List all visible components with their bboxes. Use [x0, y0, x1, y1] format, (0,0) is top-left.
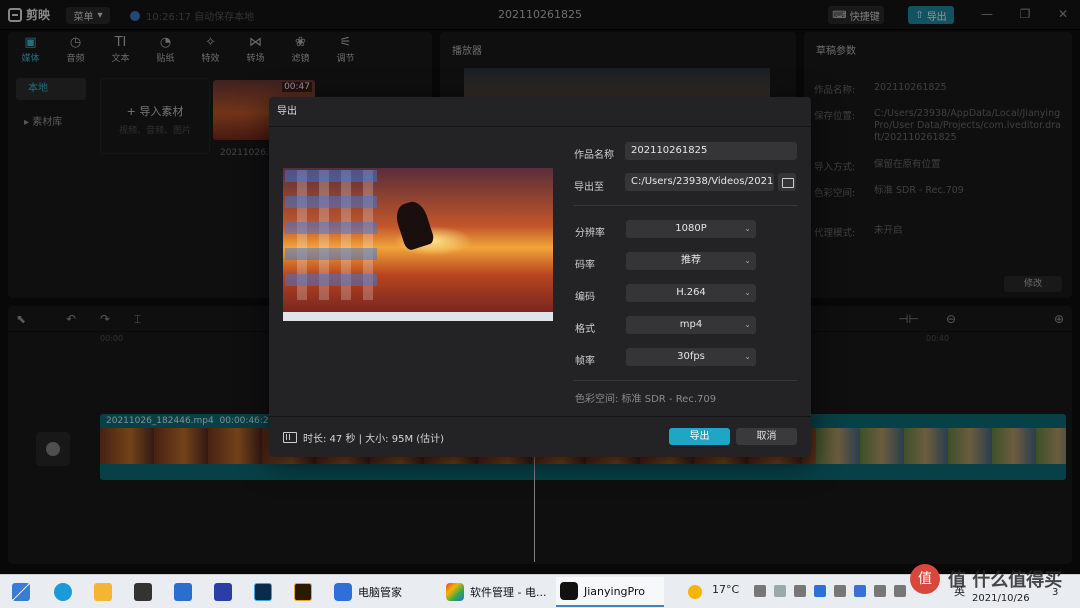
desktop-icons [285, 170, 377, 300]
network-icon[interactable] [874, 585, 886, 597]
taskbar-app-pcmanager[interactable]: 电脑管家 [330, 577, 434, 607]
file-explorer-icon[interactable] [94, 583, 112, 601]
chevron-down-icon: ⌄ [744, 288, 751, 297]
taskbar-app-jianying[interactable]: JianyingPro [556, 577, 664, 607]
taskbar-app-label: 电脑管家 [358, 586, 402, 599]
bitrate-value: 推荐 [681, 255, 701, 266]
export-dialog: 导出 作品名称 202110261825 导出至 C:/Users/23938/… [269, 97, 811, 457]
cloud-icon[interactable] [774, 585, 786, 597]
tray-app-icon[interactable] [794, 585, 806, 597]
bitrate-label: 码率 [575, 260, 595, 271]
path-input[interactable]: C:/Users/23938/Videos/2021... [625, 173, 774, 191]
volume-icon[interactable] [894, 585, 906, 597]
divider [573, 380, 797, 381]
duration-size-text: 时长: 47 秒 | 大小: 95M (估计) [303, 434, 445, 445]
name-label: 作品名称 [574, 150, 614, 161]
chevron-down-icon: ⌄ [744, 256, 751, 265]
shield-icon[interactable] [814, 585, 826, 597]
color-space-info: 色彩空间: 标准 SDR - Rec.709 [575, 394, 717, 405]
resolution-value: 1080P [675, 223, 707, 234]
format-value: mp4 [679, 319, 703, 330]
taskbar-app-label: JianyingPro [584, 584, 645, 598]
cancel-button[interactable]: 取消 [736, 428, 797, 445]
export-estimate: 时长: 47 秒 | 大小: 95M (估计) [283, 430, 444, 445]
temperature: 17°C [712, 583, 740, 596]
store-icon[interactable] [134, 583, 152, 601]
framerate-label: 帧率 [575, 356, 595, 367]
codec-select[interactable]: H.264 ⌄ [626, 284, 756, 302]
app-icon[interactable] [214, 583, 232, 601]
export-preview [283, 168, 553, 321]
preview-taskbar [283, 312, 553, 321]
tray-app-icon[interactable] [754, 585, 766, 597]
pc-manager-icon [334, 583, 352, 601]
bitrate-select[interactable]: 推荐 ⌄ [626, 252, 756, 270]
framerate-select[interactable]: 30fps ⌄ [626, 348, 756, 366]
resolution-select[interactable]: 1080P ⌄ [626, 220, 756, 238]
mail-icon[interactable] [174, 583, 192, 601]
usb-icon[interactable] [834, 585, 846, 597]
weather-sun-icon[interactable] [688, 585, 702, 599]
codec-label: 编码 [575, 292, 595, 303]
chevron-down-icon: ⌄ [744, 352, 751, 361]
watermark-logo: 值 [910, 564, 940, 594]
bridge-icon[interactable] [294, 583, 312, 601]
export-dialog-title: 导出 [269, 97, 811, 127]
format-select[interactable]: mp4 ⌄ [626, 316, 756, 334]
bluetooth-icon[interactable] [854, 585, 866, 597]
edge-browser-icon[interactable] [54, 583, 72, 601]
name-input[interactable]: 202110261825 [625, 142, 797, 160]
windows-start-icon[interactable] [12, 583, 30, 601]
photoshop-icon[interactable] [254, 583, 272, 601]
framerate-value: 30fps [677, 351, 705, 362]
taskbar-date: 2021/10/26 [972, 593, 1030, 604]
watermark: 值 什么值得买 [948, 570, 1063, 591]
divider [573, 205, 797, 206]
folder-icon[interactable] [778, 173, 796, 191]
path-label: 导出至 [574, 182, 604, 193]
chevron-down-icon: ⌄ [744, 320, 751, 329]
software-manager-icon [446, 583, 464, 601]
taskbar-app-label: 软件管理 - 电... [470, 586, 547, 599]
export-dialog-footer: 时长: 47 秒 | 大小: 95M (估计) 导出 取消 [269, 416, 811, 457]
format-label: 格式 [575, 324, 595, 335]
resolution-label: 分辨率 [575, 228, 605, 239]
export-button[interactable]: 导出 [669, 428, 730, 445]
film-icon [283, 432, 297, 443]
jianying-icon [560, 582, 578, 600]
codec-value: H.264 [676, 287, 706, 298]
chevron-down-icon: ⌄ [744, 224, 751, 233]
taskbar-app-software-manager[interactable]: 软件管理 - 电... [442, 577, 548, 607]
